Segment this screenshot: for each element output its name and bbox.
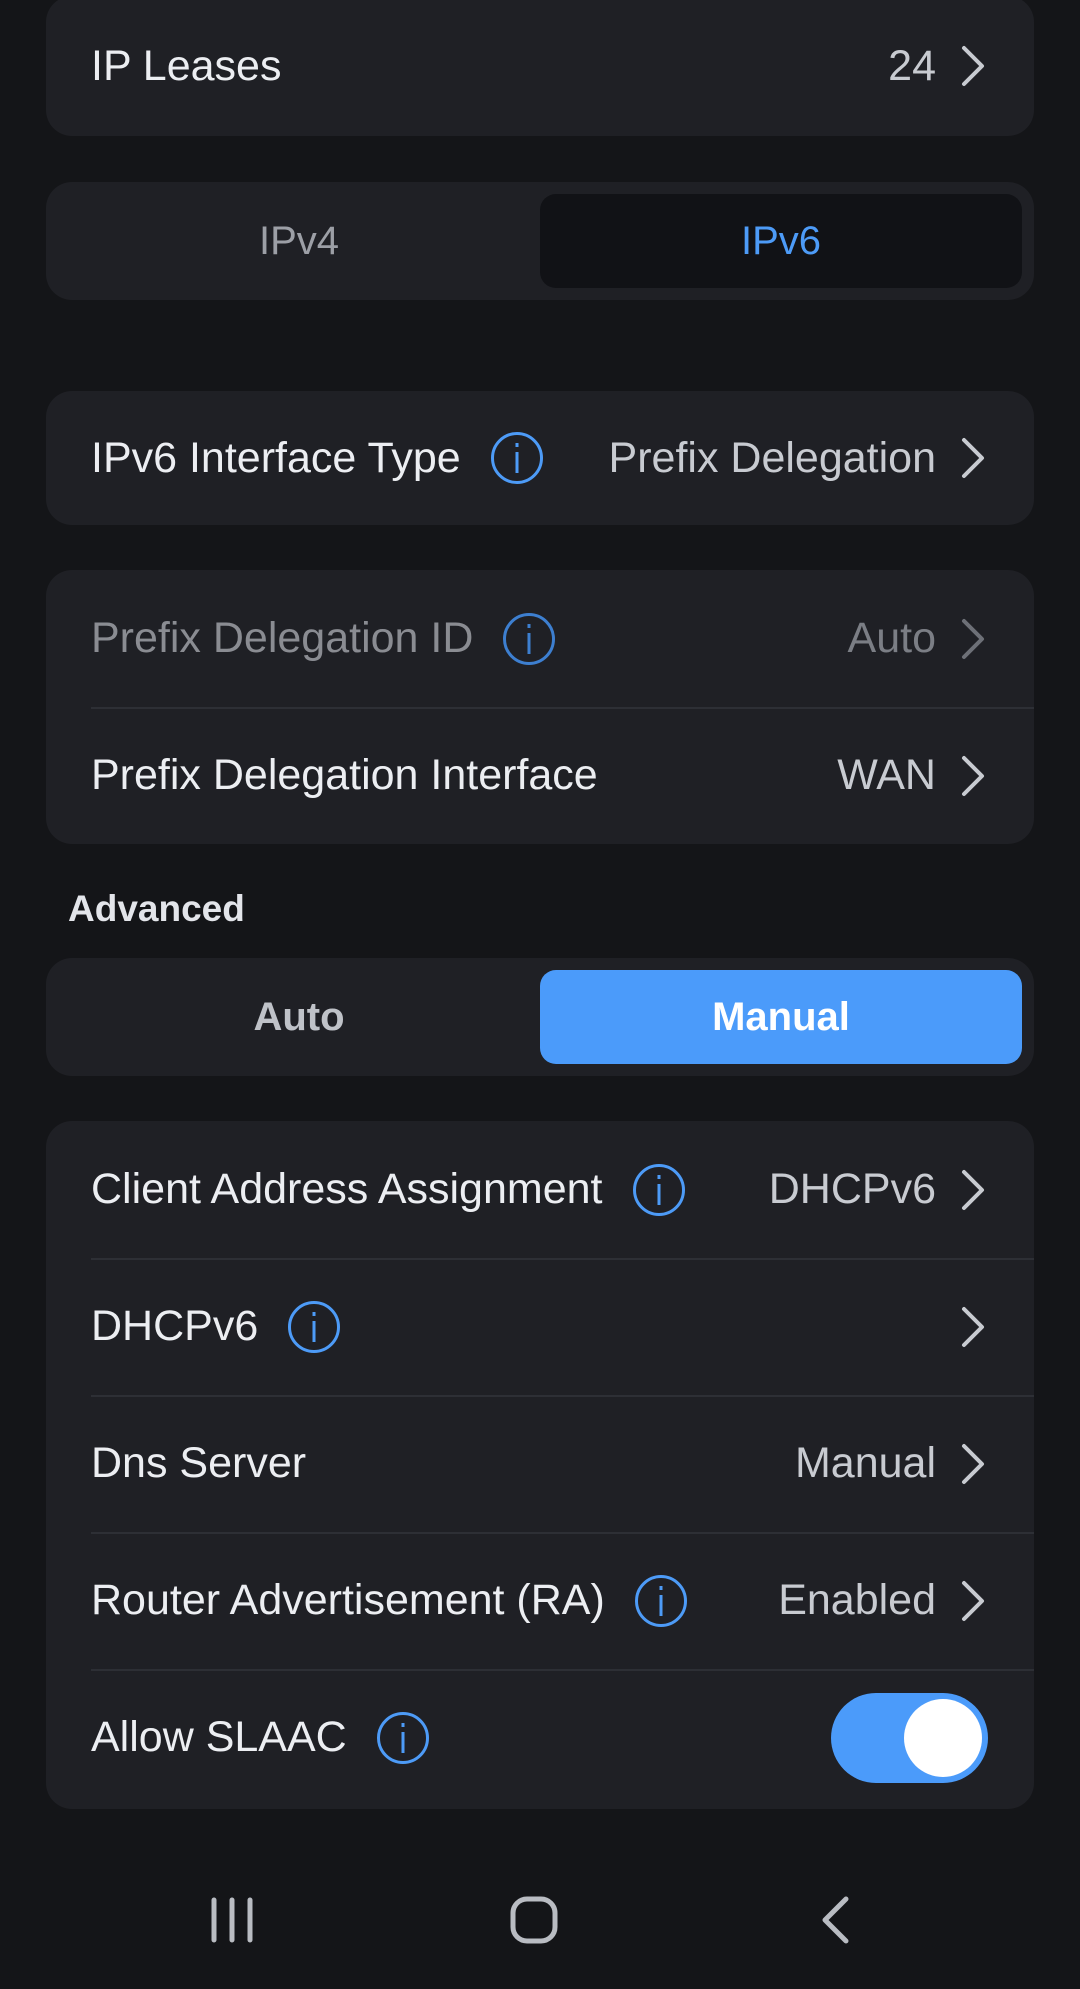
advanced-section-title: Advanced [68,888,245,929]
prefix-delegation-id-value: Auto [847,614,936,662]
info-icon[interactable] [634,1574,687,1627]
prefix-delegation-interface-value: WAN [837,751,936,799]
chevron-right-icon [962,1443,984,1484]
back-icon [822,1896,849,1944]
prefix-delegation-id-row: Prefix Delegation ID Auto [46,570,1034,707]
allow-slaac-label: Allow SLAAC [91,1713,347,1761]
advanced-settings-card: Client Address Assignment DHCPv6 DHCPv6 … [46,1121,1034,1809]
dhcpv6-label: DHCPv6 [91,1302,259,1350]
home-icon [510,1896,558,1944]
router-advertisement-row[interactable]: Router Advertisement (RA) Enabled [46,1532,1034,1669]
info-icon[interactable] [632,1163,685,1216]
advanced-mode-tabs: Auto Manual [46,958,1034,1076]
chevron-right-icon [962,1580,984,1621]
prefix-delegation-id-label: Prefix Delegation ID [91,614,474,662]
toggle-knob [904,1698,982,1777]
ip-leases-label: IP Leases [91,41,282,90]
dns-server-row[interactable]: Dns Server Manual [46,1395,1034,1532]
tab-ipv6[interactable]: IPv6 [540,194,1022,288]
mode-auto-button[interactable]: Auto [58,970,540,1064]
home-button[interactable] [474,1860,594,1980]
chevron-right-icon [962,755,984,796]
info-icon[interactable] [503,612,556,665]
recent-apps-button[interactable] [172,1860,292,1980]
allow-slaac-row: Allow SLAAC [46,1669,1034,1806]
dns-server-value: Manual [794,1439,936,1487]
interface-type-label: IPv6 Interface Type [91,433,461,482]
tab-ipv4[interactable]: IPv4 [58,194,540,288]
system-nav-bar [0,1860,1080,1989]
back-button[interactable] [776,1860,896,1980]
ip-leases-count: 24 [888,41,936,90]
client-address-value: DHCPv6 [768,1165,936,1213]
router-advertisement-value: Enabled [778,1576,936,1624]
interface-type-card: IPv6 Interface Type Prefix Delegation [46,391,1034,525]
ip-leases-row[interactable]: IP Leases 24 [46,0,1034,136]
mode-manual-button[interactable]: Manual [540,970,1022,1064]
chevron-right-icon [962,1306,984,1347]
prefix-delegation-interface-label: Prefix Delegation Interface [91,751,598,799]
dhcpv6-row[interactable]: DHCPv6 [46,1258,1034,1395]
prefix-delegation-card: Prefix Delegation ID Auto Prefix Delegat… [46,570,1034,844]
info-icon[interactable] [288,1300,341,1353]
client-address-row[interactable]: Client Address Assignment DHCPv6 [46,1121,1034,1258]
interface-type-value: Prefix Delegation [608,433,936,482]
chevron-right-icon [962,1169,984,1210]
info-icon[interactable] [490,432,543,484]
dns-server-label: Dns Server [91,1439,307,1487]
router-advertisement-label: Router Advertisement (RA) [91,1576,605,1624]
chevron-right-icon [962,46,984,86]
chevron-right-icon [962,438,984,478]
interface-type-row[interactable]: IPv6 Interface Type Prefix Delegation [46,391,1034,525]
recent-apps-icon [211,1897,253,1943]
allow-slaac-toggle[interactable] [831,1692,988,1783]
chevron-right-icon [962,618,984,659]
client-address-label: Client Address Assignment [91,1165,603,1213]
prefix-delegation-interface-row[interactable]: Prefix Delegation Interface WAN [46,707,1034,844]
ip-leases-card: IP Leases 24 [46,0,1034,136]
ip-version-tabs: IPv4 IPv6 [46,182,1034,300]
info-icon[interactable] [376,1711,429,1764]
